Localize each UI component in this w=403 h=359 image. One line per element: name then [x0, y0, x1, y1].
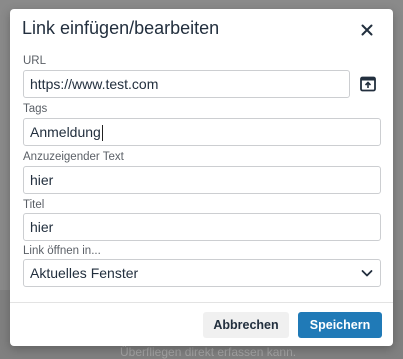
dialog-header: Link einfügen/bearbeiten [10, 9, 393, 49]
title-input[interactable]: hier [23, 213, 381, 241]
url-input[interactable]: https://www.test.com [23, 70, 350, 98]
open-in-select[interactable]: Aktuelles Fenster [23, 259, 381, 287]
url-label: URL [23, 55, 47, 67]
text-caret [101, 125, 103, 142]
footer-divider [10, 302, 393, 303]
open-in-value: Aktuelles Fenster [30, 265, 139, 281]
tags-value: Anmeldung [30, 124, 101, 140]
chevron-down-icon [361, 270, 373, 277]
display-text-input[interactable]: hier [23, 166, 381, 194]
close-button[interactable] [355, 18, 379, 42]
title-value: hier [30, 219, 54, 235]
open-in-label: Link öffnen in... [23, 245, 101, 257]
display-text-value: hier [30, 172, 54, 188]
close-icon [361, 24, 373, 36]
cancel-button[interactable]: Abbrechen [203, 312, 289, 338]
display-text-label: Anzuzeigender Text [23, 151, 124, 163]
title-label: Titel [23, 199, 45, 211]
browse-icon [360, 76, 376, 92]
url-value: https://www.test.com [30, 76, 159, 92]
link-dialog: Link einfügen/bearbeiten URL https://www… [10, 9, 393, 346]
save-button[interactable]: Speichern [298, 312, 382, 338]
tags-label: Tags [23, 103, 48, 115]
tags-input[interactable]: Anmeldung [23, 118, 381, 146]
background-hint-text: Überfliegen direkt erfassen kann. [120, 345, 297, 359]
browse-button[interactable] [356, 72, 380, 96]
dialog-title: Link einfügen/bearbeiten [22, 18, 220, 38]
